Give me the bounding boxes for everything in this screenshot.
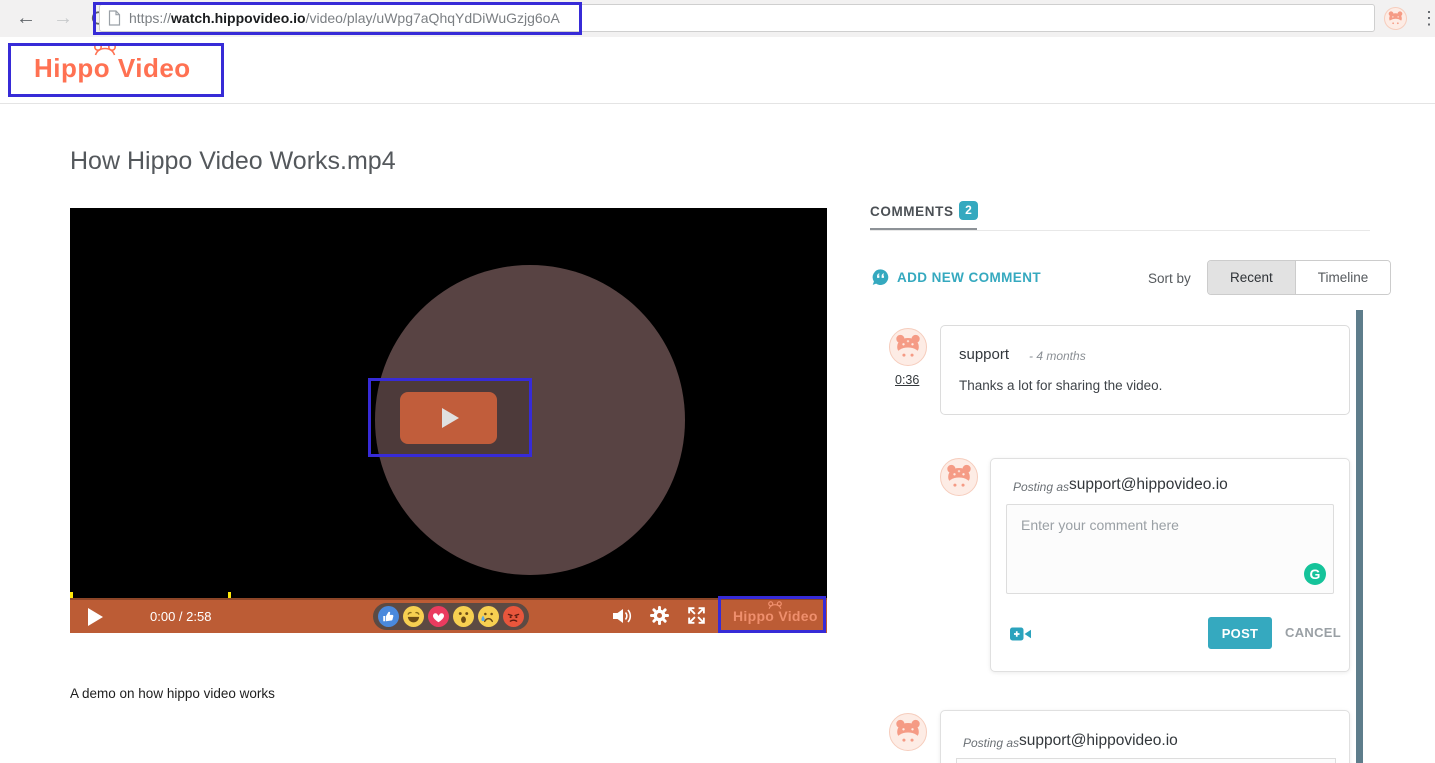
comment-composer-2: Posting as support@hippovideo.io — [940, 710, 1350, 763]
comment-age: - 4 months — [1029, 349, 1086, 363]
react-angry-button[interactable] — [503, 606, 524, 627]
volume-icon[interactable] — [610, 605, 634, 632]
video-player[interactable]: 0:00 / 2:58 Hippo Video — [70, 208, 827, 633]
page-security-icon — [108, 10, 121, 26]
sort-timeline-button[interactable]: Timeline — [1295, 261, 1391, 294]
watermark-ears-icon — [767, 600, 783, 610]
add-new-comment-button[interactable]: ADD NEW COMMENT — [871, 268, 1041, 287]
composer-avatar — [940, 458, 978, 496]
composer2-avatar — [889, 713, 927, 751]
comment-composer: Posting as support@hippovideo.io G POST … — [990, 458, 1350, 672]
posting-as-email: support@hippovideo.io — [1069, 476, 1228, 494]
comment-input-2[interactable] — [956, 758, 1336, 763]
logo-text: Hippo Video — [34, 53, 191, 83]
comment-timestamp-link[interactable]: 0:36 — [895, 373, 919, 387]
play-icon — [442, 408, 459, 428]
comments-scrollbar[interactable] — [1356, 310, 1363, 763]
post-button[interactable]: POST — [1208, 617, 1272, 649]
reaction-pill — [373, 603, 529, 630]
posting-as-label: Posting as — [1013, 480, 1069, 494]
comment-bubble-icon — [871, 268, 890, 287]
comment-author-avatar — [889, 328, 927, 366]
url-text: https://watch.hippovideo.io/video/play/u… — [129, 10, 560, 26]
browser-menu-icon[interactable]: ⋮ — [1420, 0, 1435, 37]
posting-as-email-2: support@hippovideo.io — [1019, 732, 1178, 750]
add-new-comment-label: ADD NEW COMMENT — [897, 270, 1041, 285]
comment-input[interactable] — [1006, 504, 1334, 594]
sort-by-label: Sort by — [1148, 271, 1191, 286]
comment-text: Thanks a lot for sharing the video. — [959, 378, 1162, 393]
add-video-comment-icon[interactable] — [1009, 624, 1032, 649]
video-title: How Hippo Video Works.mp4 — [70, 147, 396, 176]
site-header: Hippo Video — [0, 37, 1435, 104]
play-button[interactable] — [88, 608, 103, 626]
react-like-button[interactable] — [378, 606, 399, 627]
hippo-video-logo[interactable]: Hippo Video — [34, 53, 191, 84]
hippo-ears-icon — [92, 41, 118, 57]
comments-divider — [870, 230, 1370, 231]
time-display: 0:00 / 2:58 — [150, 609, 211, 624]
address-bar[interactable]: https://watch.hippovideo.io/video/play/u… — [99, 4, 1375, 32]
react-laugh-button[interactable] — [403, 606, 424, 627]
hippo-video-watermark[interactable]: Hippo Video — [733, 608, 818, 626]
cancel-button[interactable]: CANCEL — [1279, 624, 1347, 641]
player-control-bar: 0:00 / 2:58 Hippo Video — [70, 598, 827, 633]
react-sad-button[interactable] — [478, 606, 499, 627]
settings-gear-icon[interactable] — [649, 605, 670, 631]
react-surprised-button[interactable] — [453, 606, 474, 627]
forward-icon[interactable]: → — [53, 0, 73, 37]
tab-comments[interactable]: COMMENTS — [870, 204, 954, 219]
comment-author: support — [959, 346, 1009, 363]
react-heart-button[interactable] — [428, 606, 449, 627]
sort-button-group: Recent Timeline — [1207, 260, 1391, 295]
watch-page: ← → ⟳ https://watch.hippovideo.io/video/… — [0, 0, 1435, 763]
grammarly-icon[interactable]: G — [1304, 563, 1326, 585]
video-description: A demo on how hippo video works — [70, 686, 275, 701]
back-icon[interactable]: ← — [16, 0, 36, 37]
fullscreen-icon[interactable] — [686, 605, 707, 631]
sort-recent-button[interactable]: Recent — [1208, 261, 1295, 294]
play-overlay-button[interactable] — [400, 392, 497, 444]
browser-toolbar: ← → ⟳ https://watch.hippovideo.io/video/… — [0, 0, 1435, 38]
comments-count-badge: 2 — [959, 201, 978, 220]
comment-card: support - 4 months Thanks a lot for shar… — [940, 325, 1350, 415]
profile-hippo-avatar[interactable] — [1384, 7, 1407, 30]
posting-as-label-2: Posting as — [963, 736, 1019, 750]
